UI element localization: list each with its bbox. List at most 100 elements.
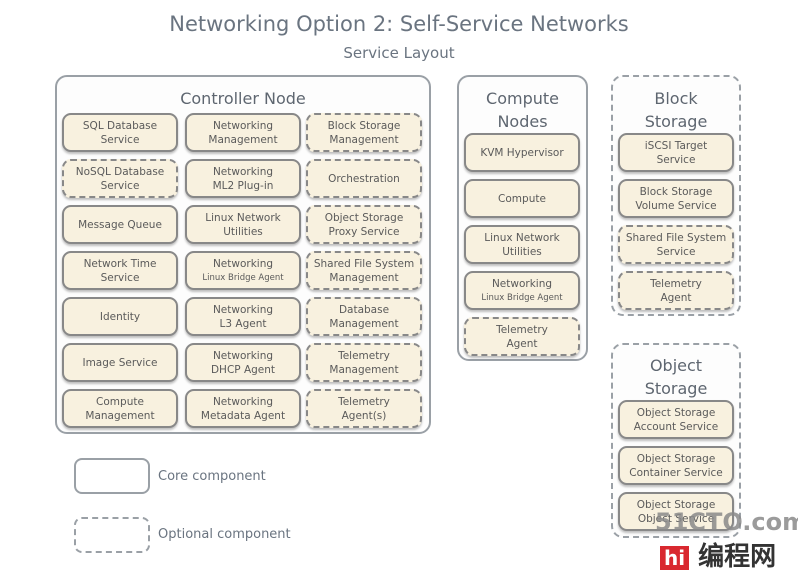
component-sublabel: Service xyxy=(656,153,696,166)
component-box: Message Queue xyxy=(62,205,178,244)
legend-core-label: Core component xyxy=(158,469,266,484)
component-box: Telemetry Management xyxy=(306,343,422,382)
component-label: Telemetry xyxy=(338,395,390,408)
component-label: SQL Database xyxy=(82,119,158,132)
legend-optional-swatch xyxy=(74,517,150,553)
component-box: Image Service xyxy=(62,343,178,382)
component-sublabel: Management xyxy=(85,409,155,422)
component-box: Compute xyxy=(464,179,580,218)
component-box: Linux Network Utilities xyxy=(464,225,580,264)
component-sublabel: Service xyxy=(656,245,696,258)
component-label: Orchestration xyxy=(328,172,400,185)
component-box: Networking Management xyxy=(185,113,301,152)
component-label: Networking xyxy=(491,277,553,290)
component-label: Compute xyxy=(96,395,144,408)
component-label: Networking xyxy=(212,257,274,270)
component-box: SQL Database Service xyxy=(62,113,178,152)
component-label: Network Time xyxy=(83,257,157,270)
component-box: Shared File System Management xyxy=(306,251,422,290)
component-label: Shared File System xyxy=(313,257,415,270)
component-box: Network Time Service xyxy=(62,251,178,290)
component-box: Networking L3 Agent xyxy=(185,297,301,336)
component-sublabel: Agent xyxy=(660,291,692,304)
component-label: Message Queue xyxy=(78,218,162,231)
component-label: Telemetry xyxy=(650,277,702,290)
component-label: Block Storage xyxy=(327,119,401,132)
component-sublabel: Management xyxy=(329,317,399,330)
component-label: iSCSI Target xyxy=(644,139,708,152)
component-sublabel: L3 Agent xyxy=(219,317,267,330)
component-sublabel: ML2 Plug-in xyxy=(212,179,274,192)
component-label: Compute xyxy=(498,192,546,205)
component-sublabel: Management xyxy=(208,133,278,146)
component-sublabel: Management xyxy=(329,363,399,376)
component-box: Linux Network Utilities xyxy=(185,205,301,244)
component-label: Networking xyxy=(212,303,274,316)
component-label: Object Storage xyxy=(636,452,716,465)
component-sublabel: Volume Service xyxy=(635,199,717,212)
component-box: Telemetry Agent xyxy=(618,271,734,310)
watermark-text: 编程网 xyxy=(698,542,777,572)
component-box: Identity xyxy=(62,297,178,336)
component-box: Object Storage Proxy Service xyxy=(306,205,422,244)
component-sublabel: Agent xyxy=(506,337,538,350)
component-label: Database xyxy=(338,303,390,316)
component-box: Object Storage Container Service xyxy=(618,446,734,485)
component-sublabel: Proxy Service xyxy=(328,225,400,238)
component-label: Telemetry xyxy=(496,323,548,336)
watermark-logo: hi 编程网 xyxy=(660,536,776,573)
component-box: Networking DHCP Agent xyxy=(185,343,301,382)
compute-title: Compute Nodes xyxy=(486,89,559,131)
component-sublabel: Utilities xyxy=(502,245,542,258)
component-sublabel: Service xyxy=(100,179,140,192)
component-box: iSCSI Target Service xyxy=(618,133,734,172)
legend-optional-label: Optional component xyxy=(158,527,291,542)
diagram-subtitle: Service Layout xyxy=(343,44,455,62)
component-box: Orchestration xyxy=(306,159,422,198)
component-label: KVM Hypervisor xyxy=(480,146,564,159)
component-box: NoSQL Database Service xyxy=(62,159,178,198)
component-sublabel: Metadata Agent xyxy=(200,409,286,422)
component-sublabel: Linux Bridge Agent xyxy=(481,292,563,303)
component-label: Shared File System xyxy=(625,231,727,244)
component-label: Block Storage xyxy=(639,185,713,198)
diagram: Networking Option 2: Self-Service Networ… xyxy=(0,0,798,577)
component-sublabel: DHCP Agent xyxy=(210,363,276,376)
component-label: Linux Network xyxy=(484,231,560,244)
component-box: Compute Management xyxy=(62,389,178,428)
component-box: Telemetry Agent xyxy=(464,317,580,356)
component-label: Networking xyxy=(212,349,274,362)
component-label: Networking xyxy=(212,119,274,132)
component-sublabel: Service xyxy=(100,133,140,146)
logo-icon: hi xyxy=(660,546,690,570)
component-box: Networking Metadata Agent xyxy=(185,389,301,428)
component-box: Shared File System Service xyxy=(618,225,734,264)
component-sublabel: Utilities xyxy=(223,225,263,238)
component-label: Identity xyxy=(99,310,141,323)
component-label: Telemetry xyxy=(338,349,390,362)
component-box: KVM Hypervisor xyxy=(464,133,580,172)
component-box: Block Storage Volume Service xyxy=(618,179,734,218)
component-label: Object Storage xyxy=(324,211,404,224)
diagram-title: Networking Option 2: Self-Service Networ… xyxy=(169,12,629,36)
watermark-51cto: 51CTO.com xyxy=(655,508,798,536)
legend-core-swatch xyxy=(74,458,150,494)
component-sublabel: Account Service xyxy=(633,420,719,433)
component-label: Linux Network xyxy=(205,211,281,224)
controller-title: Controller Node xyxy=(180,89,306,108)
component-label: Object Storage xyxy=(636,406,716,419)
component-label: Networking xyxy=(212,165,274,178)
component-box: Networking ML2 Plug-in xyxy=(185,159,301,198)
component-sublabel: Linux Bridge Agent xyxy=(202,272,284,283)
component-sublabel: Container Service xyxy=(629,466,723,479)
component-label: Networking xyxy=(212,395,274,408)
component-label: NoSQL Database xyxy=(75,165,165,178)
component-box: Block Storage Management xyxy=(306,113,422,152)
component-label: Image Service xyxy=(82,356,158,369)
component-box: Networking Linux Bridge Agent xyxy=(185,251,301,290)
component-sublabel: Agent(s) xyxy=(341,409,387,422)
component-box: Database Management xyxy=(306,297,422,336)
component-sublabel: Management xyxy=(329,133,399,146)
component-box: Object Storage Account Service xyxy=(618,400,734,439)
component-box: Telemetry Agent(s) xyxy=(306,389,422,428)
